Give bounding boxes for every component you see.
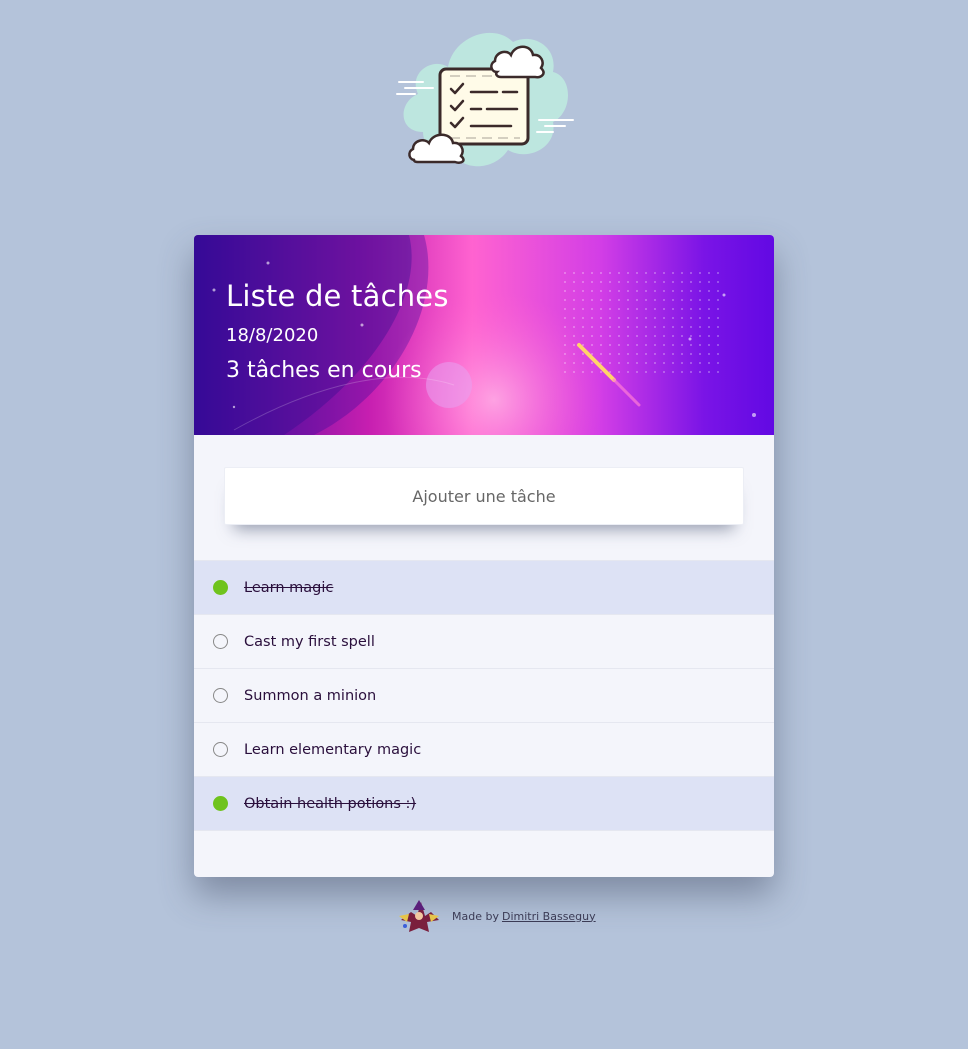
- author-link[interactable]: Dimitri Basseguy: [502, 910, 596, 923]
- todo-card: Liste de tâches 18/8/2020 3 tâches en co…: [194, 235, 774, 877]
- task-list: Learn magic Cast my first spell Summon a…: [194, 560, 774, 831]
- task-label: Cast my first spell: [244, 633, 375, 650]
- made-by-text: Made by: [452, 909, 499, 923]
- task-label: Obtain health potions :): [244, 795, 417, 812]
- checked-circle-icon[interactable]: [213, 580, 228, 595]
- checklist-cloud-icon: [393, 22, 583, 172]
- task-item[interactable]: Learn magic: [194, 561, 774, 615]
- task-count: 3 tâches en cours: [226, 358, 422, 383]
- wizard-avatar-icon: [399, 900, 439, 932]
- checked-circle-icon[interactable]: [213, 796, 228, 811]
- empty-circle-icon[interactable]: [213, 742, 228, 757]
- task-label: Summon a minion: [244, 687, 377, 704]
- current-date: 18/8/2020: [226, 325, 319, 346]
- task-item[interactable]: Learn elementary magic: [194, 723, 774, 777]
- task-label: Learn magic: [244, 579, 334, 596]
- empty-circle-icon[interactable]: [213, 634, 228, 649]
- task-item[interactable]: Obtain health potions :): [194, 777, 774, 831]
- empty-circle-icon[interactable]: [213, 688, 228, 703]
- add-task-section: [194, 435, 774, 529]
- page-title: Liste de tâches: [226, 279, 449, 313]
- task-label: Learn elementary magic: [244, 741, 422, 758]
- footer: Made by Dimitri Basseguy: [397, 898, 596, 934]
- task-item[interactable]: Summon a minion: [194, 669, 774, 723]
- task-item[interactable]: Cast my first spell: [194, 615, 774, 669]
- header-banner: Liste de tâches 18/8/2020 3 tâches en co…: [194, 235, 774, 435]
- add-task-input[interactable]: [224, 467, 744, 525]
